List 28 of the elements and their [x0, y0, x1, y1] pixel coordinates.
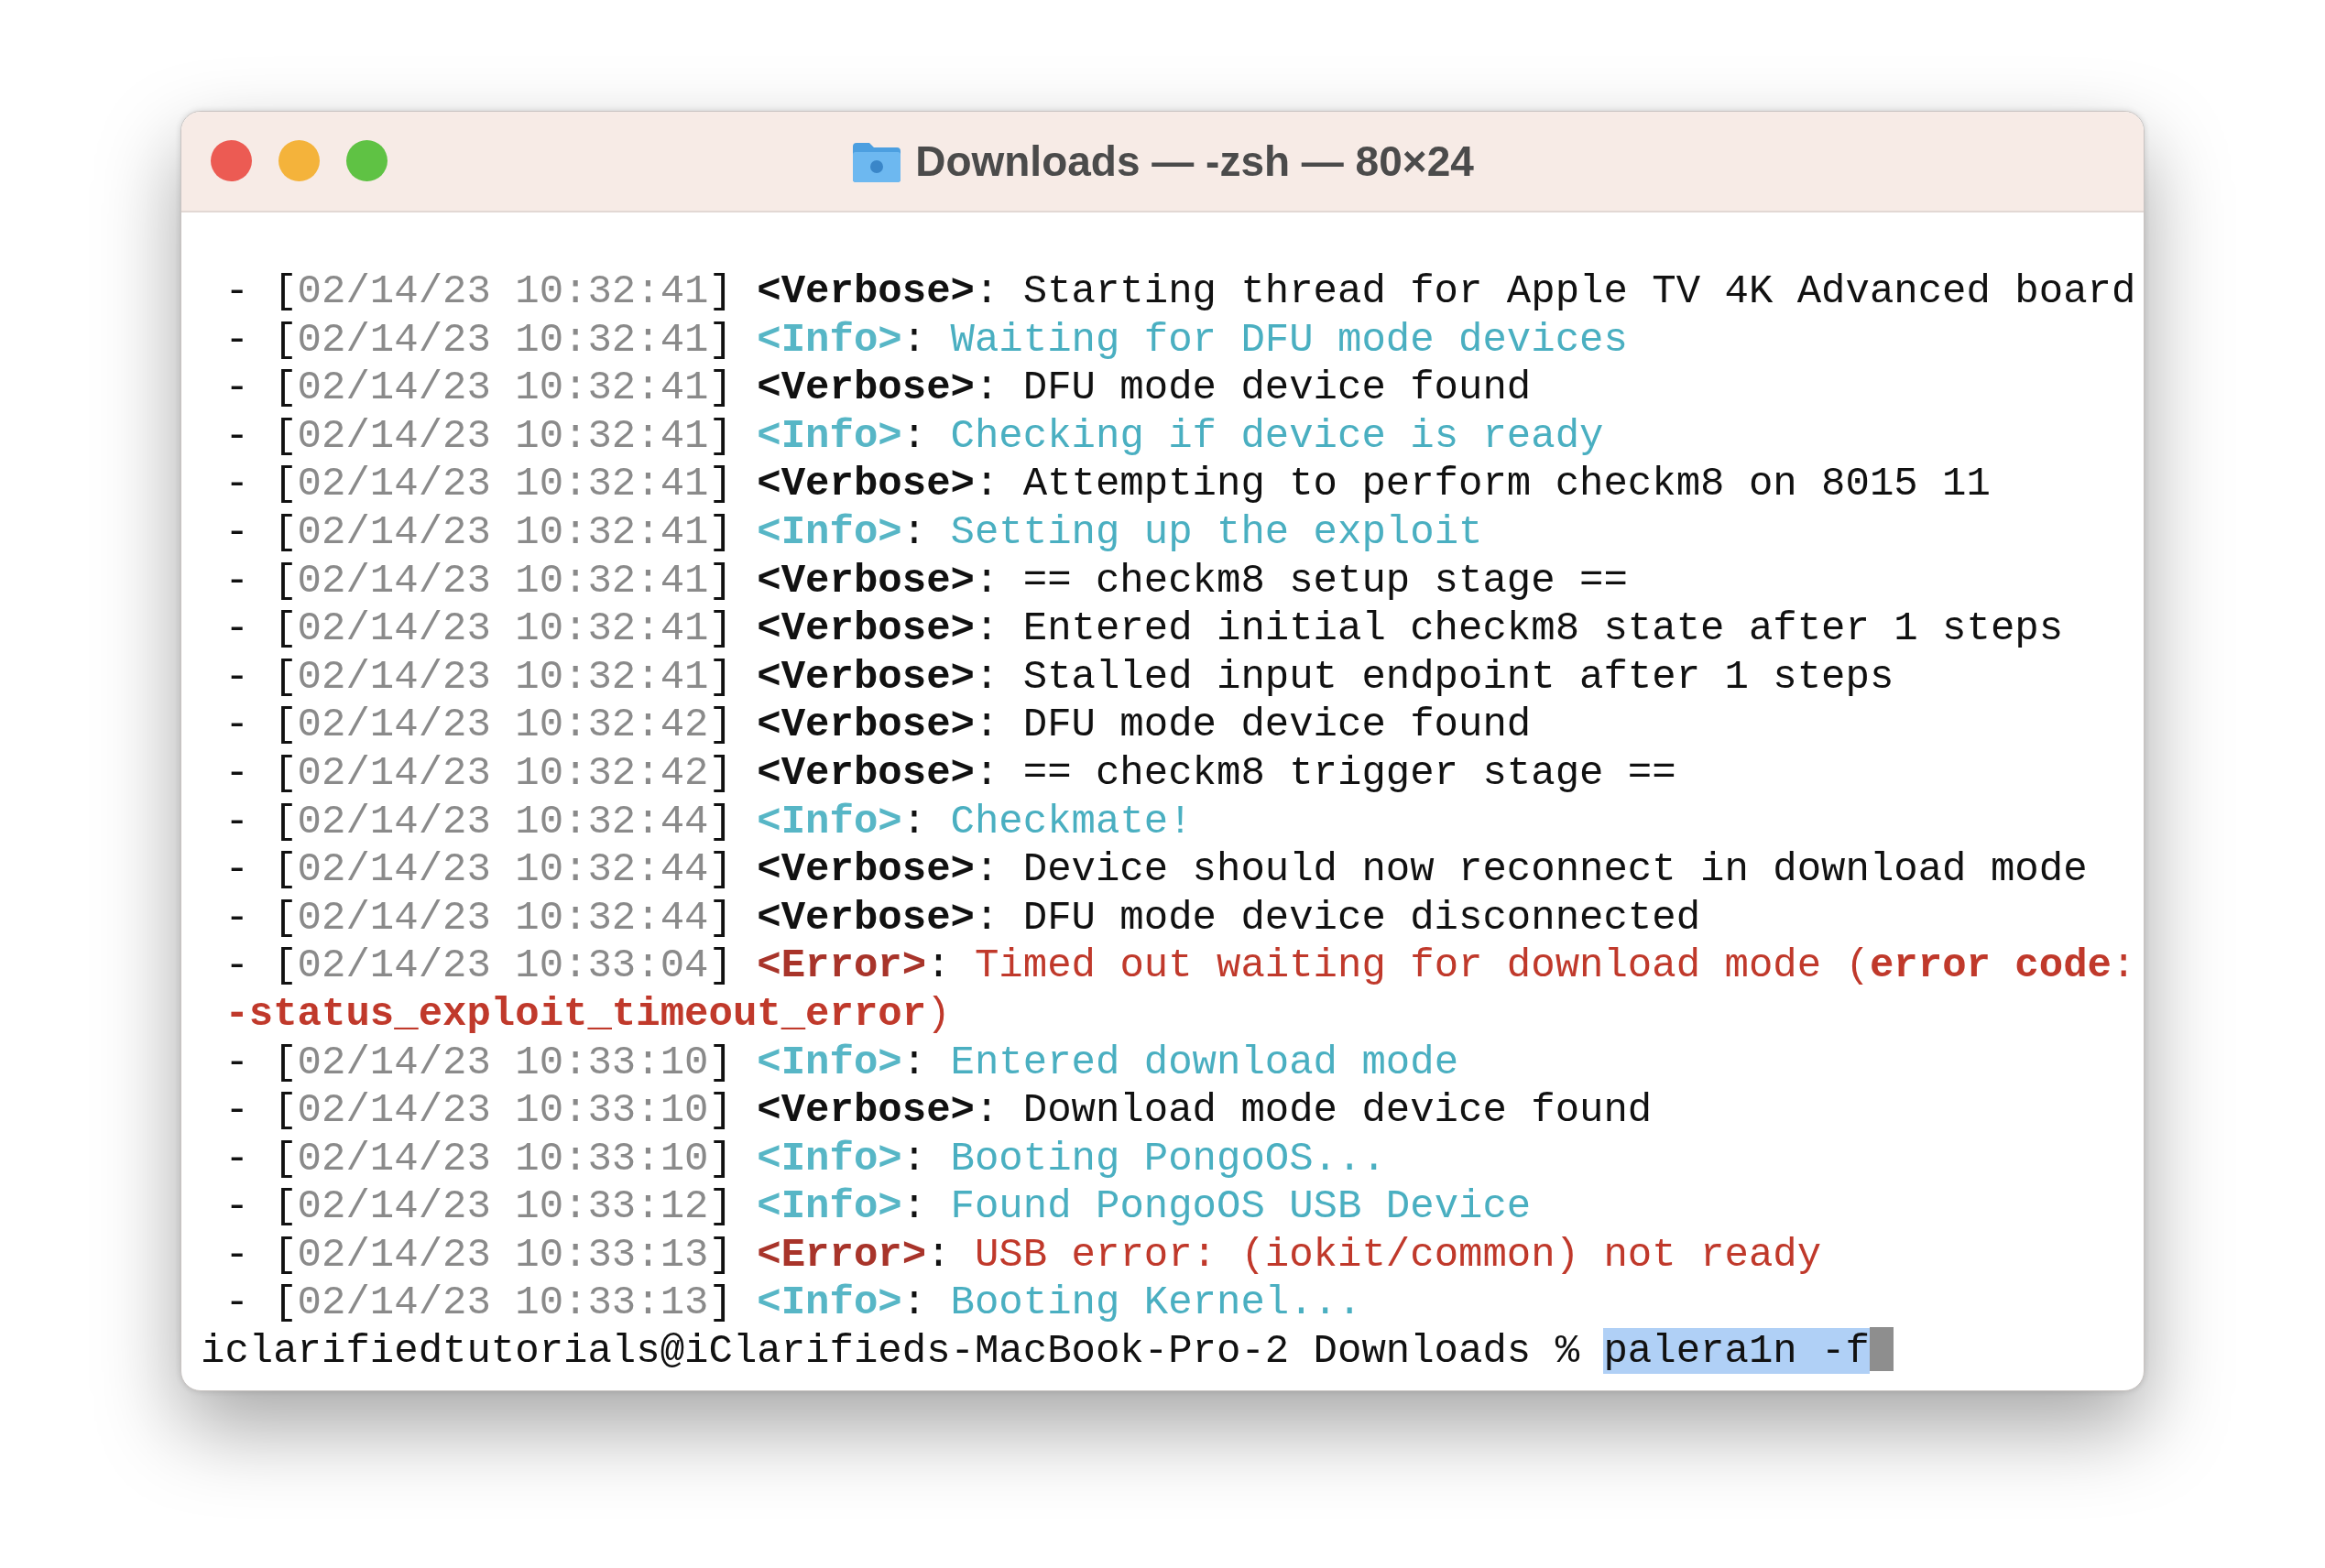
log-line: - [02/14/23 10:33:13] <Info>: Booting Kernel... [224, 1279, 1363, 1328]
log-line: - [02/14/23 10:32:41] <Verbose>: == checkm8 setup stage == [224, 556, 1629, 605]
log-line: - [02/14/23 10:32:42] <Verbose>: == checkm8 trigger stage == [224, 748, 1677, 798]
zoom-button[interactable] [346, 140, 388, 181]
log-line: - [02/14/23 10:33:10] <Verbose>: Download mode device found [224, 1086, 1654, 1135]
log-line: - [02/14/23 10:33:10] <Info>: Entered download mode [224, 1038, 1460, 1087]
text-cursor [1869, 1327, 1894, 1372]
log-line: - [02/14/23 10:32:41] <Verbose>: Entered initial checkm8 state after 1 steps [224, 604, 2065, 653]
log-line: - [02/14/23 10:32:41] <Info>: Setting up the exploit [224, 507, 1484, 557]
command-text: palera1n -f [1603, 1328, 1870, 1375]
log-line: - [02/14/23 10:32:42] <Verbose>: DFU mode device found [224, 701, 1533, 749]
log-line: - [02/14/23 10:32:41] <Verbose>: DFU mode device found [224, 364, 1533, 412]
log-line: - [02/14/23 10:33:12] <Info>: Found PongoOS USB Device [224, 1182, 1533, 1231]
log-line: - [02/14/23 10:32:41] <Verbose>: Stalled input endpoint after 1 steps [224, 652, 1895, 702]
log-line: - [02/14/23 10:32:41] <Info>: Checking if device is ready [224, 411, 1605, 461]
log-line: - [02/14/23 10:33:04] <Error>: Timed out waiting for download mode (error code: -status_exploit_timeout_error) [224, 942, 2137, 1039]
window-title: Downloads — -zsh — 80×24 [915, 136, 1474, 186]
minimize-button[interactable] [278, 140, 320, 181]
log-line: - [02/14/23 10:32:41] <Verbose>: Starting thread for Apple TV 4K Advanced board [224, 267, 2137, 316]
log-line: - [02/14/23 10:32:44] <Verbose>: DFU mode device disconnected [224, 893, 1702, 942]
log-line: - [02/14/23 10:32:44] <Verbose>: Device should now reconnect in download mode [224, 845, 2089, 894]
shell-prompt: iclarifiedtutorials@iClarifieds-MacBook-Pro-2 Downloads % [201, 1328, 1580, 1375]
log-line: - [02/14/23 10:33:10] <Info>: Booting PongoOS... [224, 1134, 1387, 1183]
log-line: - [02/14/23 10:33:13] <Error>: USB error: (iokit/common) not ready [224, 1230, 1823, 1279]
log-line: - [02/14/23 10:32:41] <Info>: Waiting for DFU mode devices [224, 315, 1629, 365]
log-line: - [02/14/23 10:32:41] <Verbose>: Attempting to perform checkm8 on 8015 11 [224, 460, 1992, 508]
log-line: - [02/14/23 10:32:44] <Info>: Checkmate! [224, 797, 1194, 846]
close-button[interactable] [211, 140, 252, 181]
